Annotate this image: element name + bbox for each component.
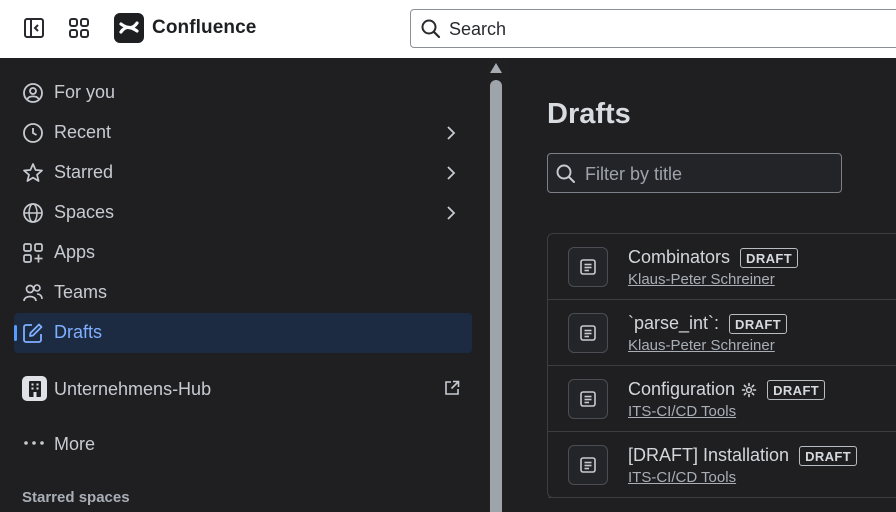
sidebar-item-label: Apps	[54, 242, 96, 262]
filter-input[interactable]: Filter by title	[547, 153, 842, 193]
sidebar-item-recent[interactable]: Recent	[14, 113, 472, 153]
chevron-right-icon[interactable]	[442, 164, 460, 187]
star-icon	[22, 162, 44, 184]
page-icon	[568, 379, 608, 419]
draft-badge: DRAFT	[767, 379, 826, 400]
globe-icon	[22, 202, 44, 224]
filter-placeholder: Filter by title	[585, 164, 683, 184]
confluence-logo[interactable]	[114, 13, 144, 43]
draft-badge: DRAFT	[799, 445, 858, 466]
top-navigation-bar: Confluence Search	[0, 0, 896, 58]
draft-badge: DRAFT	[729, 313, 788, 334]
chevron-right-icon[interactable]	[442, 204, 460, 227]
clock-icon	[22, 122, 44, 144]
more-label: More	[54, 434, 96, 454]
sidebar-item-label: Teams	[54, 282, 108, 302]
apps-grid-plus-icon	[22, 242, 44, 264]
draft-row[interactable]: Configuration DRAFT ITS-CI/CD Tools	[548, 366, 896, 432]
draft-title[interactable]: [DRAFT] Installation	[628, 445, 789, 466]
scrollbar-thumb[interactable]	[490, 80, 502, 512]
active-indicator	[14, 325, 17, 341]
sidebar-item-more[interactable]: More	[14, 423, 472, 463]
app-name[interactable]: Confluence	[152, 17, 256, 39]
draft-author-link[interactable]: Klaus-Peter Schreiner	[628, 337, 775, 354]
page-icon	[568, 445, 608, 485]
draft-author-link[interactable]: ITS-CI/CD Tools	[628, 469, 736, 486]
draft-title[interactable]: Configuration	[628, 379, 735, 400]
draft-row[interactable]: Combinators DRAFT Klaus-Peter Schreiner	[548, 234, 896, 300]
sidebar-item-label: Drafts	[54, 322, 103, 342]
more-dots-icon	[22, 434, 46, 457]
sidebar-toggle-icon[interactable]	[22, 16, 46, 40]
search-icon	[555, 163, 577, 190]
search-icon	[420, 18, 442, 45]
sidebar-item-label: Spaces	[54, 202, 115, 222]
sidebar-item-teams[interactable]: Teams	[14, 273, 472, 313]
sidebar-item-drafts[interactable]: Drafts	[14, 313, 472, 353]
draft-title[interactable]: `parse_int`:	[628, 313, 719, 334]
draft-row[interactable]: [DRAFT] Installation DRAFT ITS-CI/CD Too…	[548, 432, 896, 498]
sidebar-item-hub[interactable]: Unternehmens-Hub	[14, 368, 472, 408]
sidebar-item-for-you[interactable]: For you	[14, 73, 472, 113]
person-circle-icon	[22, 82, 44, 104]
starred-spaces-heading: Starred spaces	[22, 489, 130, 506]
gear-icon	[741, 382, 757, 398]
sidebar-item-spaces[interactable]: Spaces	[14, 193, 472, 233]
sidebar-item-label: Recent	[54, 122, 112, 142]
sidebar-item-label: For you	[54, 82, 116, 102]
search-placeholder: Search	[449, 19, 507, 39]
page-title: Drafts	[547, 98, 631, 130]
app-switcher-icon[interactable]	[67, 16, 91, 40]
people-icon	[22, 282, 44, 304]
external-link-icon[interactable]	[443, 379, 461, 402]
draft-title[interactable]: Combinators	[628, 247, 730, 268]
draft-author-link[interactable]: Klaus-Peter Schreiner	[628, 271, 775, 288]
draft-row[interactable]: `parse_int`: DRAFT Klaus-Peter Schreiner	[548, 300, 896, 366]
scroll-up-arrow-icon[interactable]	[490, 63, 502, 73]
page-icon	[568, 247, 608, 287]
search-input[interactable]: Search	[410, 9, 896, 48]
chevron-right-icon[interactable]	[442, 124, 460, 147]
draft-badge: DRAFT	[740, 247, 799, 268]
sidebar-item-label: Starred	[54, 162, 114, 182]
edit-icon	[22, 322, 44, 344]
page-icon	[568, 313, 608, 353]
sidebar-item-apps[interactable]: Apps	[14, 233, 472, 273]
sidebar-item-starred[interactable]: Starred	[14, 153, 472, 193]
draft-author-link[interactable]: ITS-CI/CD Tools	[628, 403, 736, 420]
hub-label: Unternehmens-Hub	[54, 379, 212, 399]
